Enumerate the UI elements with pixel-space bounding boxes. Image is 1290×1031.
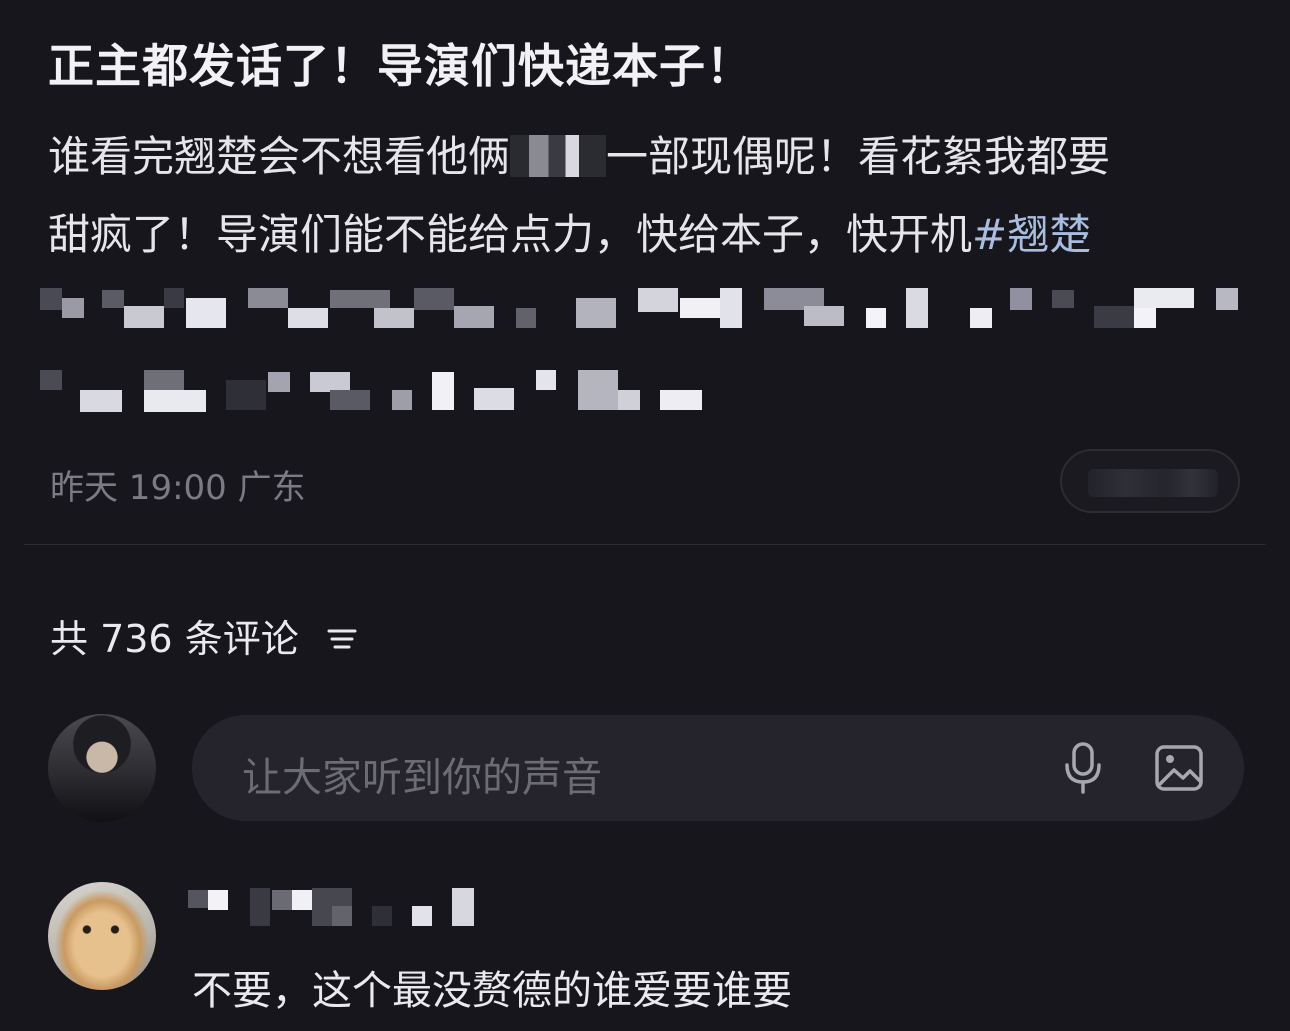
post-body-text-1a: 谁看完翘楚会不想看他俩 <box>48 132 511 181</box>
post-body-line-2: 甜疯了！导演们能不能给点力，快给本子，快开机#翘楚 <box>48 196 1248 274</box>
sort-icon[interactable] <box>325 618 359 662</box>
comment-count-label: 共 736 条评论 <box>50 617 299 661</box>
post-body-text-1b: 一部现偶呢！看花絮我都要 <box>606 132 1111 181</box>
commenter-avatar[interactable] <box>48 882 156 990</box>
post-timestamp-location: 昨天 19:00 广东 <box>50 468 306 508</box>
comment-count-header[interactable]: 共 736 条评论 <box>50 608 359 664</box>
hashtag-link[interactable]: #翘楚 <box>972 210 1091 259</box>
divider <box>24 544 1266 545</box>
comment-input-placeholder: 让大家听到你的声音 <box>242 755 602 801</box>
comment-text: 不要，这个最没赘德的谁爱要谁要 <box>192 968 792 1014</box>
censored-mosaic-line-1 <box>40 288 1240 330</box>
blurred-action-button[interactable] <box>1060 449 1240 513</box>
comment-input[interactable]: 让大家听到你的声音 <box>192 715 1244 821</box>
post-title: 正主都发话了！导演们快递本子！ <box>48 39 753 93</box>
post-body: 谁看完翘楚会不想看他俩 一部现偶呢！看花絮我都要 甜疯了！导演们能不能给点力，快给… <box>48 118 1248 274</box>
post-body-line-1: 谁看完翘楚会不想看他俩 一部现偶呢！看花絮我都要 <box>48 118 1248 196</box>
image-icon[interactable] <box>1154 744 1204 796</box>
current-user-avatar[interactable] <box>48 714 156 822</box>
microphone-icon[interactable] <box>1062 741 1104 799</box>
post-body-text-2: 甜疯了！导演们能不能给点力，快给本子，快开机 <box>48 210 973 259</box>
blurred-button-label <box>1088 469 1218 497</box>
commenter-username-blurred[interactable] <box>188 886 478 928</box>
censored-mosaic-line-2 <box>40 370 710 412</box>
censored-text-blur <box>510 134 607 177</box>
